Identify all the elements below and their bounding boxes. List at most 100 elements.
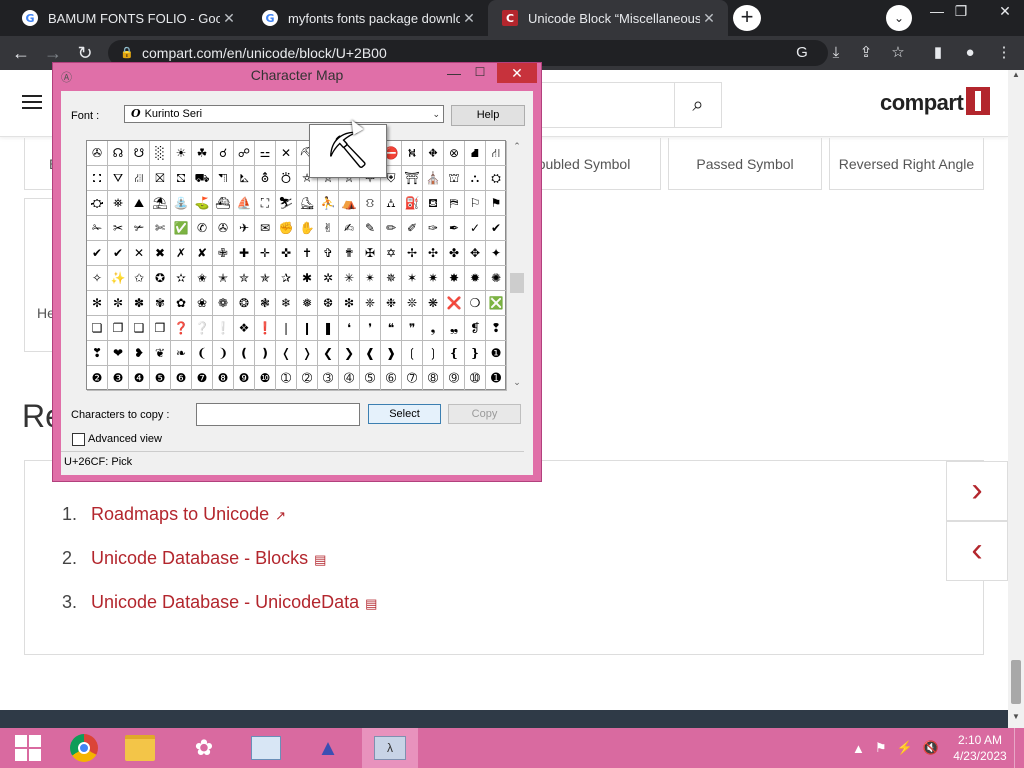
glyph-cell[interactable]: ✡ xyxy=(381,241,402,266)
close-tab-icon[interactable]: ✕ xyxy=(700,10,718,27)
font-select[interactable]: O Kurinto Seri ⌄ xyxy=(124,105,444,123)
glyph-cell[interactable]: ⛬ xyxy=(465,166,486,191)
glyph-cell[interactable]: ❇ xyxy=(339,291,360,316)
glyph-cell[interactable]: ❥ xyxy=(129,341,150,366)
taskbar-character-map[interactable]: λ xyxy=(362,728,418,768)
glyph-cell[interactable]: ☀ xyxy=(171,141,192,166)
glyph-cell[interactable]: ❄ xyxy=(276,291,297,316)
grid-scrollbar-thumb[interactable] xyxy=(510,273,524,293)
glyph-cell[interactable]: ✯ xyxy=(255,266,276,291)
glyph-cell[interactable]: ✵ xyxy=(381,266,402,291)
glyph-cell[interactable]: ✲ xyxy=(318,266,339,291)
glyph-cell[interactable]: ✴ xyxy=(360,266,381,291)
glyph-cell[interactable]: ✑ xyxy=(423,216,444,241)
grid-scrollbar[interactable] xyxy=(509,140,525,390)
glyph-cell[interactable]: ✞ xyxy=(318,241,339,266)
glyph-cell[interactable]: ✢ xyxy=(402,241,423,266)
glyph-cell[interactable]: ❳ xyxy=(423,341,444,366)
glyph-cell[interactable]: ❌ xyxy=(444,291,465,316)
glyph-cell[interactable]: ✺ xyxy=(486,266,507,291)
glyph-cell[interactable]: ✋ xyxy=(297,216,318,241)
glyph-cell[interactable]: ❭ xyxy=(297,341,318,366)
glyph-cell[interactable]: ✆ xyxy=(192,216,213,241)
taskbar-chrome[interactable] xyxy=(56,728,112,768)
glyph-cell[interactable]: ⛿ xyxy=(444,191,465,216)
glyph-cell[interactable]: ✕ xyxy=(276,141,297,166)
search-icon[interactable]: ⌕ xyxy=(674,82,722,128)
glyph-cell[interactable]: ❃ xyxy=(255,291,276,316)
glyph-cell[interactable]: ❦ xyxy=(150,341,171,366)
glyph-cell[interactable]: ❙ xyxy=(297,316,318,341)
glyph-cell[interactable]: ➀ xyxy=(276,366,297,391)
glyph-cell[interactable]: ➊ xyxy=(486,366,507,391)
download-icon[interactable]: ⤓ xyxy=(822,36,850,70)
side-panel-icon[interactable]: ▮ xyxy=(924,36,952,70)
glyph-cell[interactable]: ❍ xyxy=(465,291,486,316)
glyph-cell[interactable]: ⛷ xyxy=(276,191,297,216)
glyph-cell[interactable]: ✮ xyxy=(234,266,255,291)
glyph-cell[interactable]: ✔ xyxy=(486,216,507,241)
symbol-card-reversed-right-angle[interactable]: Reversed Right Angle xyxy=(829,138,984,190)
glyph-cell[interactable]: ❬ xyxy=(276,341,297,366)
taskbar-app-font[interactable]: ▲ xyxy=(300,728,356,768)
glyph-cell[interactable]: ❒ xyxy=(150,316,171,341)
glyph-cell[interactable]: ✪ xyxy=(150,266,171,291)
glyph-cell[interactable]: ⛠ xyxy=(213,166,234,191)
volume-muted-icon[interactable]: 🔇 xyxy=(923,740,939,756)
glyph-cell[interactable]: ⛫ xyxy=(444,166,465,191)
glyph-cell[interactable]: ⛵ xyxy=(234,191,255,216)
glyph-cell[interactable]: ❎ xyxy=(486,291,507,316)
close-tab-icon[interactable]: ✕ xyxy=(220,10,238,27)
glyph-cell[interactable]: ✩ xyxy=(129,266,150,291)
glyph-cell[interactable]: ❂ xyxy=(234,291,255,316)
bookmark-star-icon[interactable]: ☆ xyxy=(884,36,912,70)
glyph-cell[interactable]: ⛺ xyxy=(339,191,360,216)
glyph-cell[interactable]: ❰ xyxy=(360,341,381,366)
google-lens-icon[interactable]: G xyxy=(788,36,816,70)
taskbar-app-monitor[interactable] xyxy=(238,728,294,768)
glyph-cell[interactable]: ✃ xyxy=(129,216,150,241)
glyph-cell[interactable]: ⛢ xyxy=(255,166,276,191)
glyph-cell[interactable]: ➂ xyxy=(318,366,339,391)
share-icon[interactable]: ⇪ xyxy=(852,36,880,70)
glyph-cell[interactable]: ⛯ xyxy=(108,191,129,216)
glyph-cell[interactable]: ✷ xyxy=(423,266,444,291)
glyph-cell[interactable]: ❿ xyxy=(255,366,276,391)
select-button[interactable]: Select xyxy=(368,404,441,424)
glyph-cell[interactable]: ❸ xyxy=(108,366,129,391)
glyph-cell[interactable]: ✖ xyxy=(150,241,171,266)
compart-logo[interactable]: compart xyxy=(880,90,964,116)
glyph-cell[interactable]: ✛ xyxy=(255,241,276,266)
glyph-cell[interactable]: ❮ xyxy=(318,341,339,366)
glyph-cell[interactable]: ✶ xyxy=(402,266,423,291)
glyph-cell[interactable]: ✧ xyxy=(87,266,108,291)
action-center-flag-icon[interactable]: ⚑ xyxy=(875,740,887,756)
glyph-cell[interactable]: ✐ xyxy=(402,216,423,241)
reference-link-roadmaps[interactable]: Roadmaps to Unicode xyxy=(91,504,269,524)
maximize-button[interactable]: ☐ xyxy=(467,65,493,83)
glyph-cell[interactable]: ✎ xyxy=(360,216,381,241)
glyph-cell[interactable]: ❗ xyxy=(255,316,276,341)
glyph-cell[interactable]: ✭ xyxy=(213,266,234,291)
glyph-cell[interactable]: ➈ xyxy=(444,366,465,391)
glyph-cell[interactable]: ✔ xyxy=(87,241,108,266)
glyph-cell[interactable]: ❧ xyxy=(171,341,192,366)
scroll-up-arrow-icon[interactable]: ▲ xyxy=(1008,70,1024,84)
glyph-cell[interactable]: ⛛ xyxy=(108,166,129,191)
glyph-cell[interactable]: ☘ xyxy=(192,141,213,166)
glyph-cell[interactable]: ✽ xyxy=(129,291,150,316)
glyph-cell[interactable]: ❩ xyxy=(213,341,234,366)
glyph-cell[interactable]: ❝ xyxy=(381,316,402,341)
glyph-cell[interactable]: ☊ xyxy=(108,141,129,166)
page-scrollbar[interactable] xyxy=(1008,70,1024,728)
glyph-cell[interactable]: ❱ xyxy=(381,341,402,366)
glyph-cell[interactable]: ❚ xyxy=(318,316,339,341)
glyph-cell[interactable]: ⛖ xyxy=(423,141,444,166)
glyph-cell[interactable]: ❉ xyxy=(381,291,402,316)
glyph-cell[interactable]: ❹ xyxy=(129,366,150,391)
glyph-cell[interactable]: ✬ xyxy=(192,266,213,291)
next-arrow-button[interactable]: › xyxy=(946,461,1008,521)
glyph-cell[interactable]: ✤ xyxy=(444,241,465,266)
glyph-cell[interactable]: ✁ xyxy=(87,216,108,241)
glyph-cell[interactable]: ❽ xyxy=(213,366,234,391)
